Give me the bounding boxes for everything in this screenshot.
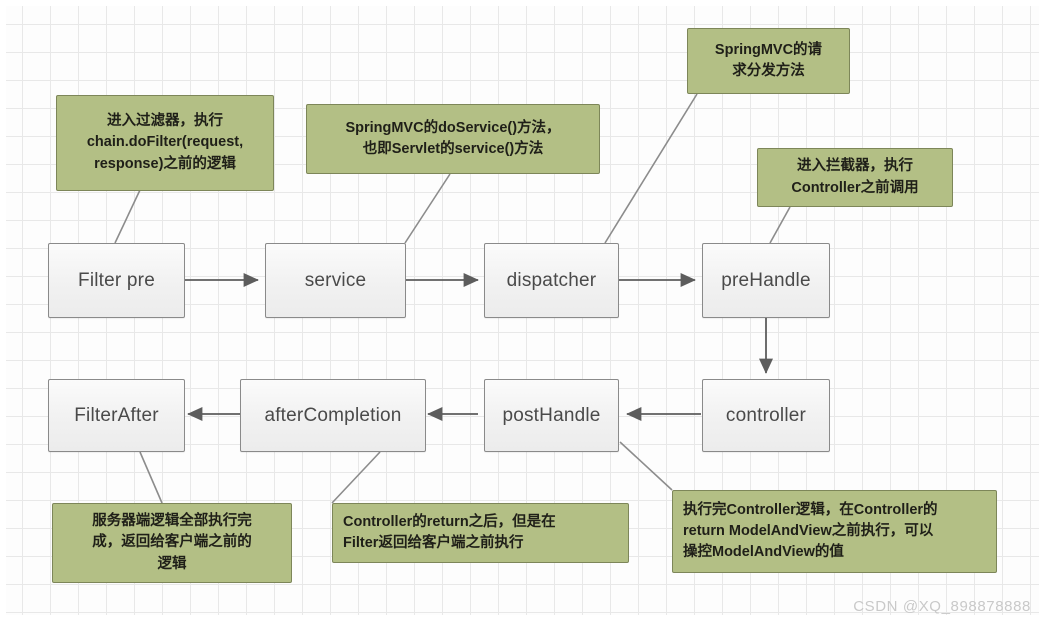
note-text: 执行完Controller逻辑，在Controller的 return Mode… bbox=[683, 500, 986, 563]
watermark: CSDN @XQ_898878888 bbox=[853, 598, 1031, 615]
note-prehandle: 进入拦截器，执行 Controller之前调用 bbox=[757, 148, 953, 207]
node-filterafter[interactable]: FilterAfter bbox=[48, 379, 185, 452]
node-dispatcher[interactable]: dispatcher bbox=[484, 243, 619, 318]
node-service[interactable]: service bbox=[265, 243, 406, 318]
node-posthandle[interactable]: postHandle bbox=[484, 379, 619, 452]
node-aftercompletion[interactable]: afterCompletion bbox=[240, 379, 426, 452]
note-line: 求分发方法 bbox=[732, 63, 805, 79]
note-line: 进入拦截器，执行 bbox=[797, 158, 913, 175]
note-line: 进入过滤器，执行 bbox=[107, 113, 223, 130]
note-line: 服务器端逻辑全部执行完 bbox=[92, 513, 252, 530]
note-line: return ModelAndView之前执行，可以 bbox=[683, 522, 934, 539]
note-text: 进入过滤器，执行 chain.doFilter(request, respons… bbox=[67, 111, 263, 174]
canvas-edge-left bbox=[0, 0, 6, 621]
node-label: Filter pre bbox=[78, 269, 155, 291]
note-posthandle: 执行完Controller逻辑，在Controller的 return Mode… bbox=[672, 490, 997, 573]
note-dispatcher: SpringMVC的请 求分发方法 bbox=[687, 28, 850, 94]
diagram-canvas: Filter pre service dispatcher preHandle … bbox=[0, 0, 1045, 621]
canvas-edge-top bbox=[0, 0, 1045, 6]
node-label: controller bbox=[725, 404, 807, 426]
note-line: response)之前的逻辑 bbox=[94, 155, 236, 172]
note-line: SpringMVC的请 bbox=[714, 41, 823, 58]
node-prehandle[interactable]: preHandle bbox=[702, 243, 830, 318]
note-line: 执行完Controller逻辑，在Controller的 bbox=[683, 501, 938, 518]
note-text: Controller的return之后，但是在 Filter返回给客户端之前执行 bbox=[343, 512, 618, 554]
leader-note-aftercompletion bbox=[331, 451, 381, 504]
note-text: 进入拦截器，执行 Controller之前调用 bbox=[768, 156, 942, 198]
leader-note-prehandle bbox=[769, 206, 791, 244]
node-label: afterCompletion bbox=[264, 404, 402, 426]
node-label: dispatcher bbox=[506, 269, 597, 291]
note-line: 也即Servlet的service()方法 bbox=[362, 141, 544, 157]
node-filter-pre[interactable]: Filter pre bbox=[48, 243, 185, 318]
leader-note-posthandle bbox=[619, 441, 673, 491]
canvas-edge-bottom bbox=[0, 615, 1045, 621]
node-label: FilterAfter bbox=[74, 404, 159, 426]
node-label: service bbox=[304, 269, 367, 291]
note-line: Controller的return之后，但是在 bbox=[343, 513, 556, 530]
note-filter-pre: 进入过滤器，执行 chain.doFilter(request, respons… bbox=[56, 95, 274, 191]
note-filterafter: 服务器端逻辑全部执行完 成，返回给客户端之前的 逻辑 bbox=[52, 503, 292, 583]
note-line: Filter返回给客户端之前执行 bbox=[343, 535, 524, 551]
leader-note-filter-pre bbox=[114, 189, 141, 244]
note-line: SpringMVC的doService()方法， bbox=[345, 119, 561, 136]
note-line: 成，返回给客户端之前的 bbox=[92, 534, 252, 551]
note-line: 操控ModelAndView的值 bbox=[683, 544, 844, 560]
note-text: SpringMVC的doService()方法， 也即Servlet的servi… bbox=[317, 118, 589, 160]
note-aftercompletion: Controller的return之后，但是在 Filter返回给客户端之前执行 bbox=[332, 503, 629, 563]
node-controller[interactable]: controller bbox=[702, 379, 830, 452]
note-text: SpringMVC的请 求分发方法 bbox=[698, 40, 839, 82]
canvas-edge-right bbox=[1039, 0, 1045, 621]
note-service: SpringMVC的doService()方法， 也即Servlet的servi… bbox=[306, 104, 600, 174]
note-line: chain.doFilter(request, bbox=[86, 134, 244, 151]
node-label: postHandle bbox=[502, 404, 601, 426]
note-text: 服务器端逻辑全部执行完 成，返回给客户端之前的 逻辑 bbox=[63, 511, 281, 574]
leader-note-service bbox=[404, 173, 451, 244]
leader-note-filterafter bbox=[139, 451, 163, 504]
node-label: preHandle bbox=[721, 269, 811, 291]
note-line: Controller之前调用 bbox=[791, 179, 919, 196]
note-line: 逻辑 bbox=[157, 555, 187, 572]
leader-note-dispatcher bbox=[604, 93, 698, 244]
